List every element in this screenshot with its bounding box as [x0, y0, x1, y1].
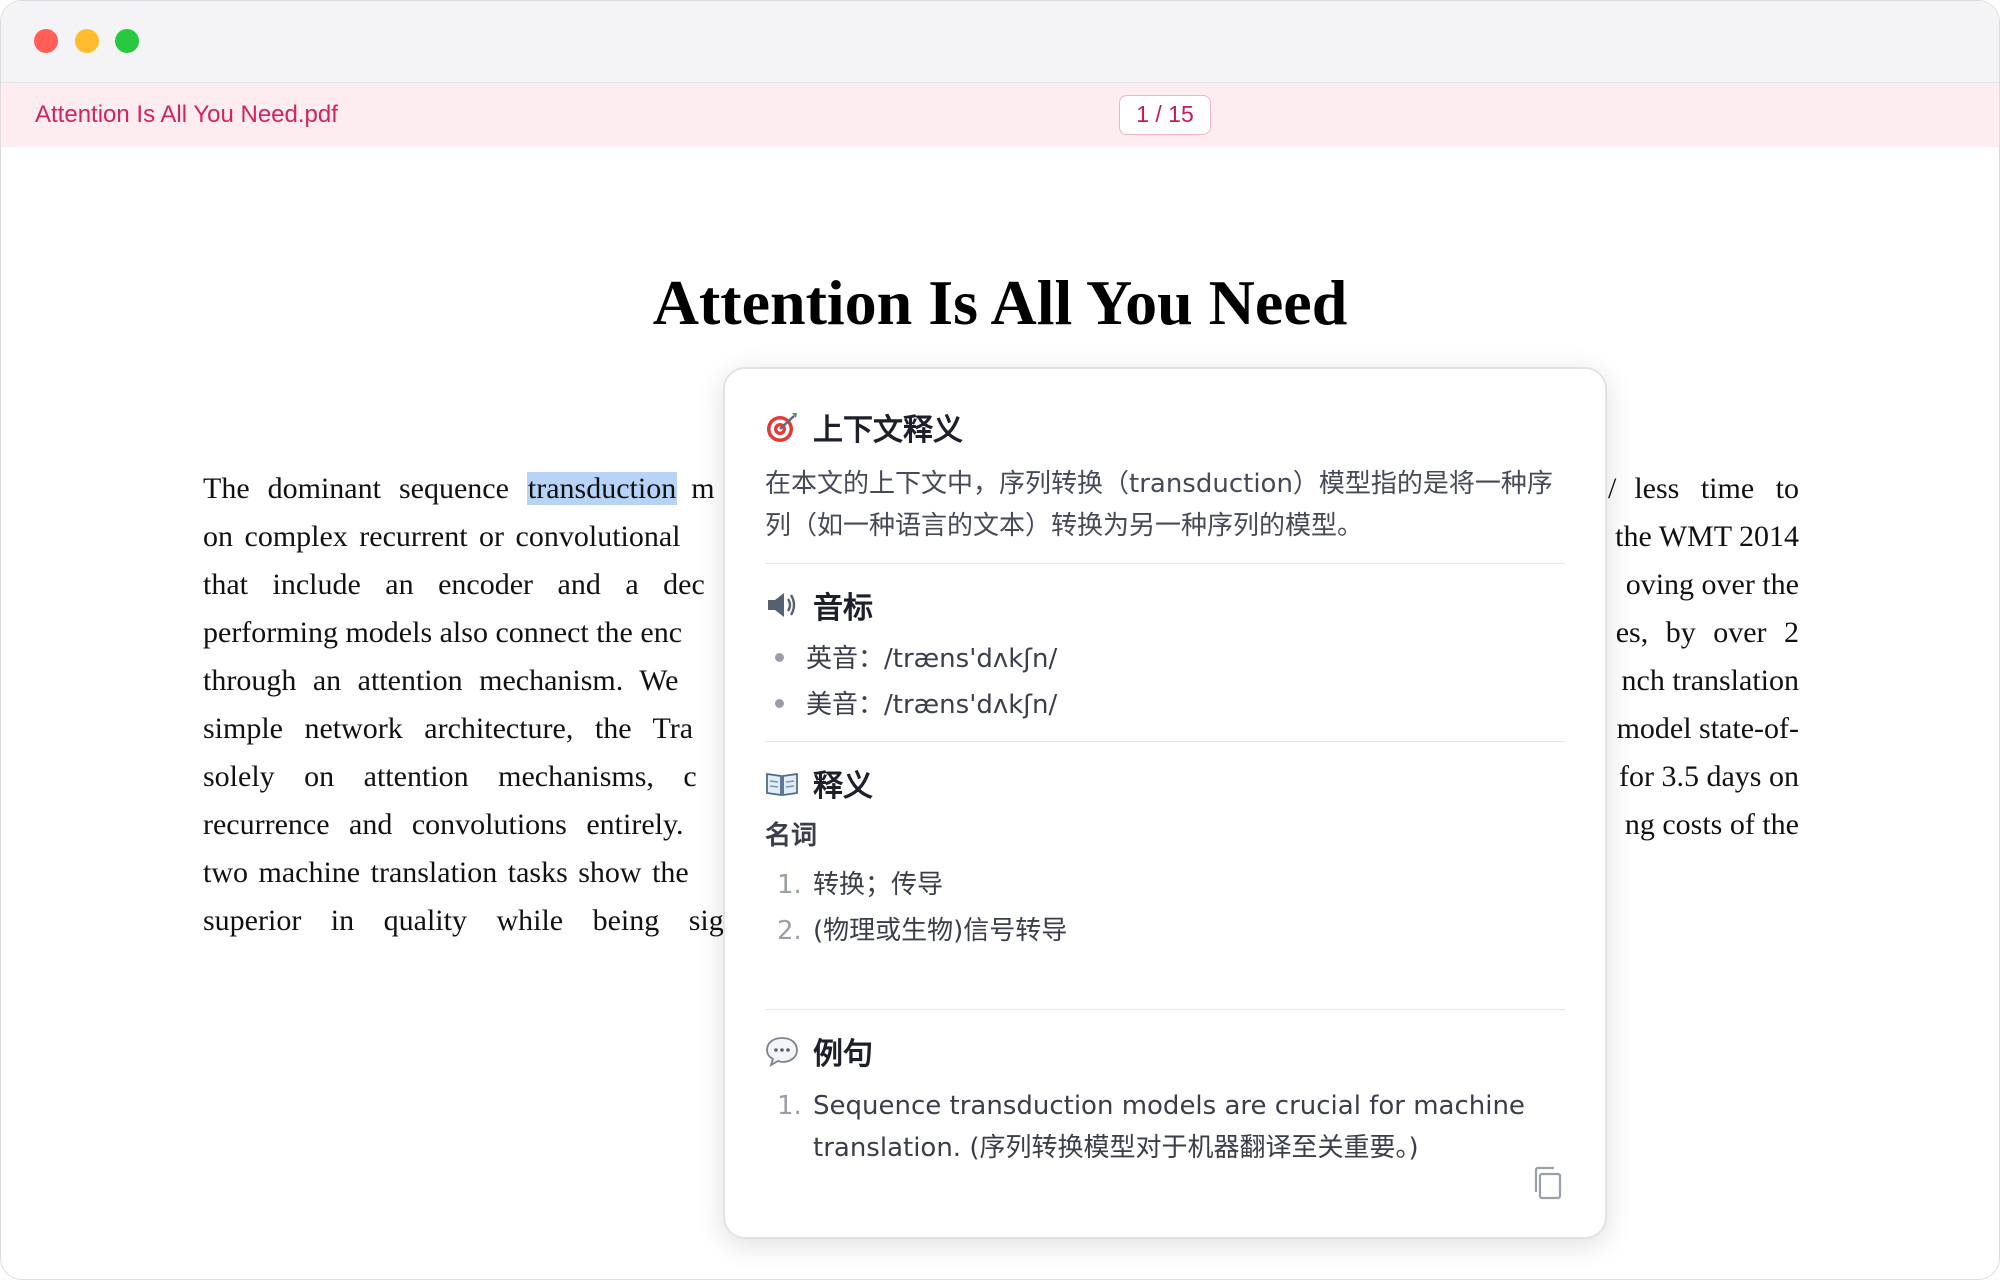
- book-icon: [766, 772, 798, 797]
- text-line-left: performing models also connect the enc: [203, 616, 683, 649]
- definition-heading-text: 释义: [813, 769, 873, 804]
- context-explanation: 在本文的上下文中，序列转换（transduction）模型指的是将一种序列（如一…: [765, 469, 1553, 541]
- text-line-right: es, by over 2: [1615, 616, 1799, 649]
- page-indicator[interactable]: 1 / 15: [1119, 95, 1211, 135]
- text-right: less time to: [1634, 472, 1799, 505]
- example-sentence: 1. Sequence transduction models are cruc…: [777, 1085, 1567, 1169]
- phonetic-section-heading: 音标: [765, 585, 873, 626]
- text-line-right: / less time to: [1608, 465, 1799, 513]
- definition-text: 转换；传导: [813, 870, 944, 900]
- text-line-left: on complex recurrent or convolutional: [203, 520, 681, 553]
- item-number: 2.: [777, 916, 802, 946]
- part-of-speech: 名词: [765, 821, 818, 851]
- us-phonetic-text: 美音：/træns'dʌkʃn/: [806, 690, 1058, 720]
- text-line-right: nch translation: [1621, 664, 1799, 697]
- speaker-icon: [768, 593, 796, 617]
- selected-word-highlight[interactable]: transduction: [526, 472, 678, 505]
- text-line-left: that include an encoder and a dec: [203, 568, 705, 601]
- word-lookup-popup: 上下文释义 在本文的上下文中，序列转换（transduction）模型指的是将一…: [723, 367, 1607, 1239]
- text-line-left: solely on attention mechanisms, c: [203, 760, 697, 793]
- example-section-heading: 例句: [765, 1031, 873, 1072]
- item-number: 1.: [777, 870, 802, 900]
- file-name: Attention Is All You Need.pdf: [35, 101, 338, 128]
- text-line-right: for 3.5 days on: [1619, 760, 1799, 793]
- uk-phonetic[interactable]: 英音：/træns'dʌkʃn/: [775, 639, 1057, 679]
- text-line-right: model state-of-: [1616, 712, 1799, 745]
- text-line-left: simple network architecture, the Tra: [203, 712, 694, 745]
- definition-item: 1. 转换；传导: [777, 865, 943, 905]
- text-line-left: recurrence and convolutions entirely.: [203, 808, 684, 841]
- context-section-heading: 上下文释义: [765, 407, 963, 448]
- text-line-left: The dominant sequence transduction m: [203, 465, 715, 513]
- text-line-right: oving over the: [1625, 568, 1799, 601]
- us-phonetic[interactable]: 美音：/træns'dʌkʃn/: [775, 685, 1057, 725]
- app-window: Attention Is All You Need.pdf 1 / 15 Att…: [0, 0, 2000, 1280]
- example-heading-text: 例句: [813, 1037, 873, 1072]
- text-line-right: ng costs of the: [1624, 808, 1799, 841]
- document-title: Attention Is All You Need: [652, 267, 1348, 338]
- uk-phonetic-text: 英音：/træns'dʌkʃn/: [806, 644, 1058, 674]
- zoom-window-button[interactable]: [115, 29, 139, 53]
- definition-item: 2. (物理或生物)信号转导: [777, 911, 1067, 951]
- section-divider: [765, 741, 1565, 742]
- definition-section-heading: 释义: [765, 763, 873, 804]
- definition-text: (物理或生物)信号转导: [813, 916, 1068, 946]
- section-divider: [765, 563, 1565, 564]
- word: dominant: [267, 472, 381, 505]
- copy-icon[interactable]: [1531, 1165, 1565, 1201]
- bullet-dot: [775, 699, 784, 708]
- context-heading-text: 上下文释义: [813, 413, 963, 448]
- minimize-window-button[interactable]: [75, 29, 99, 53]
- phonetic-heading-text: 音标: [813, 591, 873, 626]
- word-fragment: m: [691, 472, 715, 505]
- word-fragment: /: [1608, 472, 1617, 505]
- word: The: [203, 472, 250, 505]
- pdf-toolbar: Attention Is All You Need.pdf 1 / 15: [1, 83, 1999, 147]
- example-text: Sequence transduction models are crucial…: [813, 1091, 1525, 1163]
- speech-bubble-icon: [766, 1037, 798, 1067]
- title-bar: [1, 1, 1999, 83]
- text-line-left: through an attention mechanism. We: [203, 664, 679, 697]
- text-line-left: two machine translation tasks show the: [203, 856, 689, 889]
- text-line-right: the WMT 2014: [1615, 520, 1799, 553]
- close-window-button[interactable]: [34, 29, 58, 53]
- text-line-left: superior in quality while being sig: [203, 904, 724, 937]
- item-number: 1.: [777, 1091, 802, 1121]
- word: sequence: [398, 472, 509, 505]
- bullet-dot: [775, 653, 784, 662]
- section-divider: [765, 1009, 1565, 1010]
- target-icon: [767, 413, 797, 442]
